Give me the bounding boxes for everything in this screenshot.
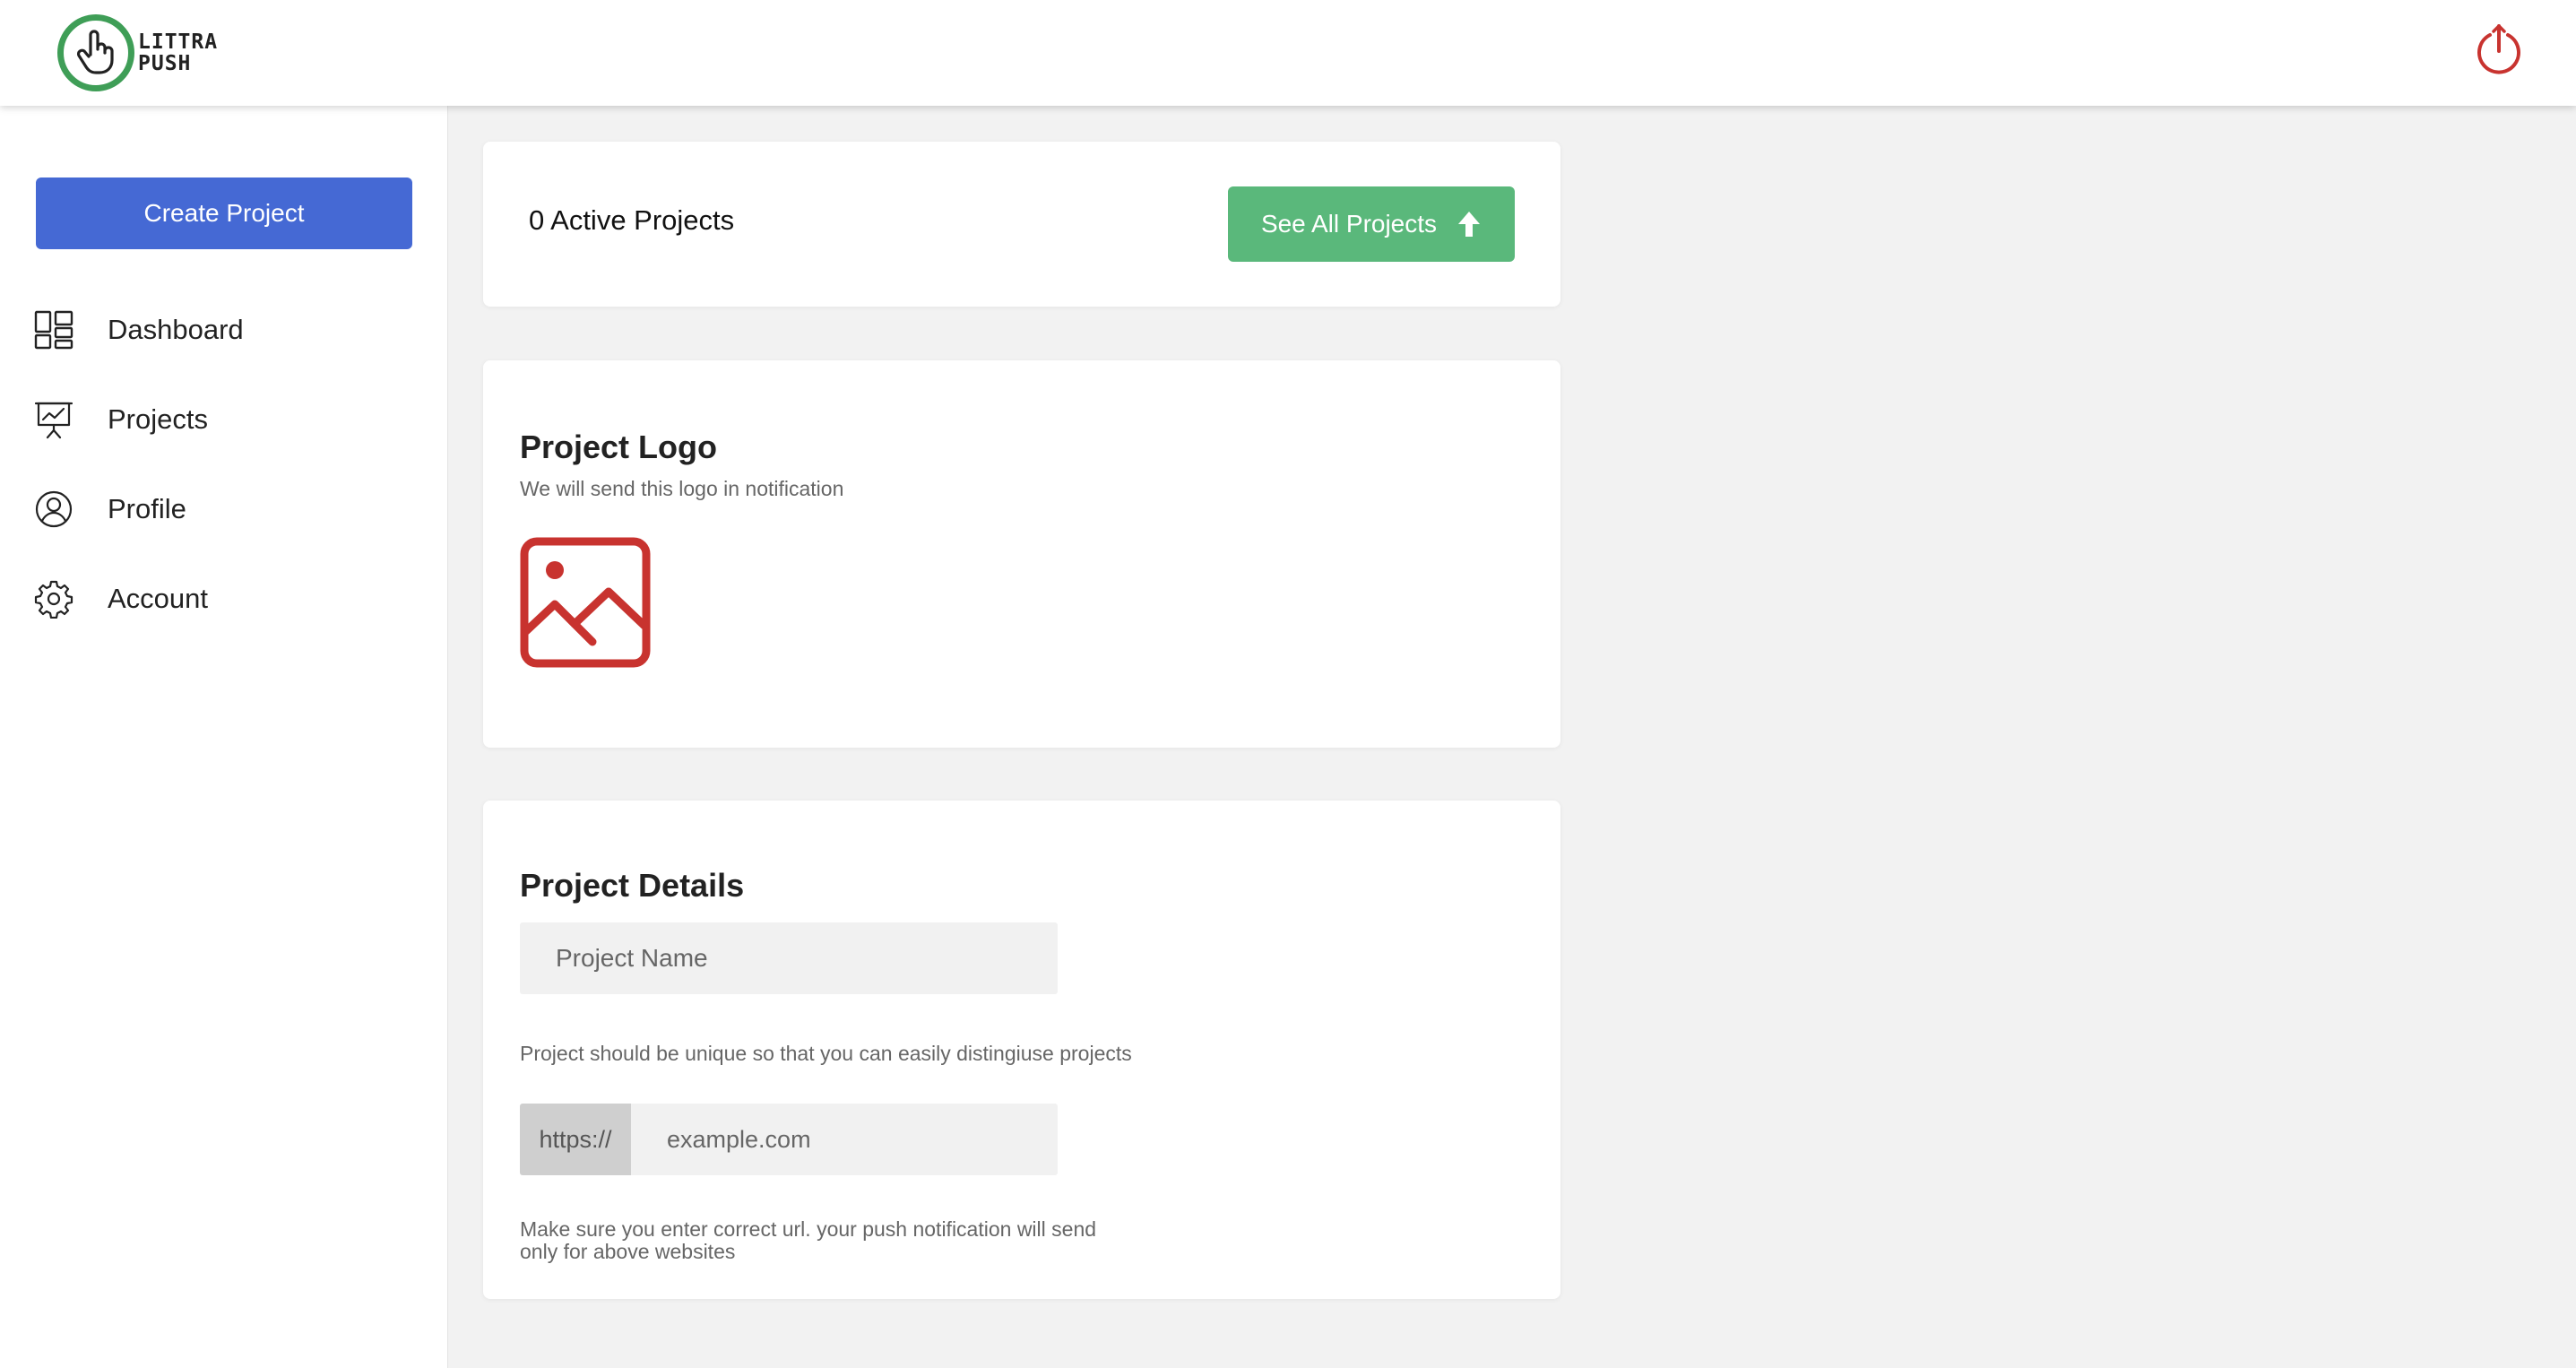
project-name-hint: Project should be unique so that you can… <box>520 1042 1132 1065</box>
sidebar-item-dashboard[interactable]: Dashboard <box>32 303 427 357</box>
brand-name-line1: LITTRA <box>138 30 219 54</box>
see-all-projects-label: See All Projects <box>1260 210 1438 238</box>
logo-circle <box>57 14 134 91</box>
logo-upload[interactable] <box>519 536 652 669</box>
presentation-icon <box>32 398 75 441</box>
sidebar: Create Project Dashboard Projects Profil… <box>0 106 448 1368</box>
image-icon <box>519 537 652 672</box>
sidebar-item-label: Account <box>108 583 209 614</box>
sidebar-item-projects[interactable]: Projects <box>32 393 427 446</box>
power-button[interactable] <box>2471 23 2527 79</box>
pointing-hand-icon <box>74 28 117 79</box>
website-url-field: https:// <box>520 1104 1058 1175</box>
project-details-card: Project Details Project should be unique… <box>483 801 1560 1299</box>
url-hint-line1: Make sure you enter correct url. your pu… <box>520 1217 1097 1241</box>
power-icon <box>2472 22 2526 81</box>
create-project-button[interactable]: Create Project <box>36 177 412 249</box>
see-all-projects-button[interactable]: See All Projects <box>1228 186 1515 262</box>
url-hint: Make sure you enter correct url. your pu… <box>520 1218 1096 1263</box>
top-bar: LITTRA PUSH <box>0 0 2576 106</box>
url-prefix: https:// <box>520 1104 631 1175</box>
arrow-up-icon <box>1457 210 1482 238</box>
sidebar-item-label: Projects <box>108 403 208 435</box>
website-url-input[interactable] <box>631 1104 1058 1175</box>
sidebar-item-label: Profile <box>108 493 186 524</box>
brand-name: LITTRA PUSH <box>138 31 218 74</box>
sidebar-item-label: Dashboard <box>108 314 244 345</box>
project-logo-title: Project Logo <box>520 429 718 465</box>
project-details-title: Project Details <box>520 867 745 904</box>
project-name-input[interactable] <box>520 922 1058 994</box>
sidebar-item-account[interactable]: Account <box>32 572 427 626</box>
project-logo-card: Project Logo We will send this logo in n… <box>483 360 1560 748</box>
project-logo-subtitle: We will send this logo in notification <box>520 477 844 500</box>
sidebar-item-profile[interactable]: Profile <box>32 482 427 536</box>
gear-icon <box>32 577 75 620</box>
brand-logo[interactable]: LITTRA PUSH <box>57 13 228 93</box>
user-circle-icon <box>32 488 75 531</box>
dashboard-icon <box>32 308 75 351</box>
active-projects-count: 0 Active Projects <box>529 204 735 236</box>
brand-name-line2: PUSH <box>138 52 192 75</box>
url-hint-line2: only for above websites <box>520 1240 736 1263</box>
active-projects-card: 0 Active Projects See All Projects <box>483 142 1560 307</box>
